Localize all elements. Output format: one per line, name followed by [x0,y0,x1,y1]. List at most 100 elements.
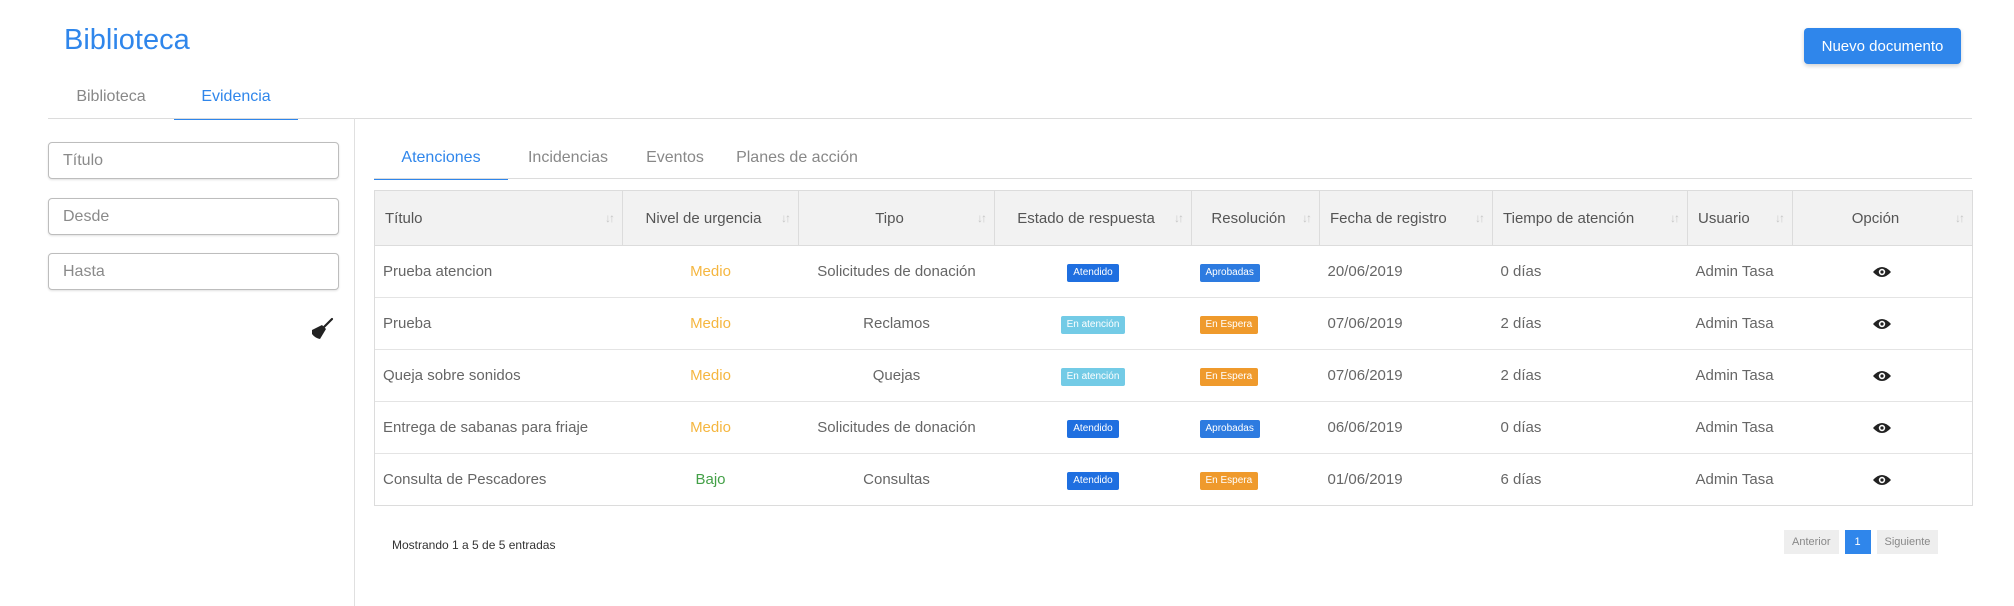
entries-info: Mostrando 1 a 5 de 5 entradas [392,538,556,552]
tab-incidencias[interactable]: Incidencias [518,142,618,180]
column-header-label: Opción [1851,209,1900,227]
eye-icon[interactable] [1872,317,1892,331]
column-header-label: Fecha de registro [1330,209,1447,227]
previous-page-button[interactable]: Anterior [1784,530,1839,554]
column-header-resolucion[interactable]: Resolución ↓↑ [1191,190,1320,246]
cell-titulo: Prueba [374,297,623,350]
clear-filters-button[interactable] [308,315,336,343]
cell-resolucion: Aprobadas [1191,401,1320,454]
tab-eventos[interactable]: Eventos [628,142,722,180]
next-page-button[interactable]: Siguiente [1876,530,1939,554]
cell-fecha: 06/06/2019 [1319,401,1493,454]
eye-icon[interactable] [1872,421,1892,435]
status-badge: En atención [1060,315,1126,334]
cell-opcion [1792,349,1973,402]
cell-tipo: Reclamos [798,297,995,350]
cell-titulo: Consulta de Pescadores [374,453,623,506]
tab-biblioteca[interactable]: Biblioteca [48,78,174,120]
desde-filter-input[interactable] [48,198,339,235]
hasta-filter-input[interactable] [48,253,339,290]
cell-fecha: 20/06/2019 [1319,245,1493,298]
cell-opcion [1792,297,1973,350]
cell-urgencia: Bajo [622,453,799,506]
cell-tiempo: 6 días [1492,453,1688,506]
status-badge: En atención [1060,367,1126,386]
column-header-label: Resolución [1211,209,1286,227]
tab-atenciones[interactable]: Atenciones [374,142,508,180]
sort-arrows-icon[interactable]: ↓↑ [977,211,987,225]
sort-arrows-icon[interactable]: ↓↑ [1475,211,1485,225]
cell-estado: Atendido [994,245,1192,298]
cell-tiempo: 0 días [1492,401,1688,454]
column-header-label: Usuario [1698,209,1750,227]
column-header-tipo[interactable]: Tipo ↓↑ [798,190,995,246]
page-title: Biblioteca [64,24,190,56]
cell-tipo: Solicitudes de donación [798,245,995,298]
table-header-row: Título ↓↑ Nivel de urgencia ↓↑ Tipo ↓↑ Esta… [374,190,1973,246]
cell-resolucion: Aprobadas [1191,245,1320,298]
sort-arrows-icon[interactable]: ↓↑ [781,211,791,225]
column-header-nivel-de-urgencia[interactable]: Nivel de urgencia ↓↑ [622,190,799,246]
urgency-label: Bajo [695,471,726,488]
cell-resolucion: En Espera [1191,453,1320,506]
column-header-titulo[interactable]: Título ↓↑ [374,190,623,246]
new-document-button[interactable]: Nuevo documento [1804,28,1961,64]
sub-tabs: Atenciones Incidencias Eventos Planes de… [374,142,862,180]
atenciones-table: Título ↓↑ Nivel de urgencia ↓↑ Tipo ↓↑ Esta… [374,190,1973,506]
urgency-label: Medio [690,315,731,332]
sort-arrows-icon[interactable]: ↓↑ [1174,211,1184,225]
resolution-badge: En Espera [1199,367,1259,386]
cell-urgencia: Medio [622,245,799,298]
cell-usuario: Admin Tasa [1687,245,1793,298]
eye-icon[interactable] [1872,369,1892,383]
resolution-badge: En Espera [1199,315,1259,334]
column-header-label: Título [385,209,423,227]
cell-estado: Atendido [994,401,1192,454]
sort-arrows-icon[interactable]: ↓↑ [605,211,615,225]
table-row: Consulta de Pescadores Bajo Consultas At… [374,453,1973,506]
sub-tabs-divider [374,178,1972,179]
cell-resolucion: En Espera [1191,349,1320,402]
titulo-filter-input[interactable] [48,142,339,179]
tab-planes-de-accion[interactable]: Planes de acción [732,142,862,180]
cell-urgencia: Medio [622,349,799,402]
cell-tiempo: 2 días [1492,349,1688,402]
column-header-opcion[interactable]: Opción ↓↑ [1792,190,1973,246]
sort-arrows-icon[interactable]: ↓↑ [1955,211,1965,225]
cell-usuario: Admin Tasa [1687,453,1793,506]
cell-fecha: 01/06/2019 [1319,453,1493,506]
sidebar-divider [354,118,355,606]
column-header-fecha-de-registro[interactable]: Fecha de registro ↓↑ [1319,190,1493,246]
top-tabs-divider [48,118,1972,119]
cell-usuario: Admin Tasa [1687,401,1793,454]
sort-arrows-icon[interactable]: ↓↑ [1302,211,1312,225]
sort-arrows-icon[interactable]: ↓↑ [1670,211,1680,225]
eye-icon[interactable] [1872,265,1892,279]
status-badge: Atendido [1067,263,1119,282]
resolution-badge: Aprobadas [1199,419,1260,438]
cell-tipo: Consultas [798,453,995,506]
eye-icon[interactable] [1872,473,1892,487]
cell-usuario: Admin Tasa [1687,349,1793,402]
cell-urgencia: Medio [622,401,799,454]
column-header-label: Nivel de urgencia [645,209,762,227]
table-row: Prueba atencion Medio Solicitudes de don… [374,245,1973,298]
tab-evidencia[interactable]: Evidencia [174,78,298,120]
broom-icon [312,317,334,339]
cell-estado: En atención [994,349,1192,402]
column-header-estado-de-respuesta[interactable]: Estado de respuesta ↓↑ [994,190,1192,246]
column-header-usuario[interactable]: Usuario ↓↑ [1687,190,1793,246]
page-1-button[interactable]: 1 [1844,530,1871,554]
cell-opcion [1792,453,1973,506]
sort-arrows-icon[interactable]: ↓↑ [1775,211,1785,225]
column-header-tiempo-de-atencion[interactable]: Tiempo de atención ↓↑ [1492,190,1688,246]
cell-usuario: Admin Tasa [1687,297,1793,350]
urgency-label: Medio [690,419,731,436]
cell-opcion [1792,401,1973,454]
cell-tiempo: 2 días [1492,297,1688,350]
cell-fecha: 07/06/2019 [1319,297,1493,350]
status-badge: Atendido [1067,419,1119,438]
cell-tipo: Quejas [798,349,995,402]
cell-titulo: Prueba atencion [374,245,623,298]
cell-tipo: Solicitudes de donación [798,401,995,454]
